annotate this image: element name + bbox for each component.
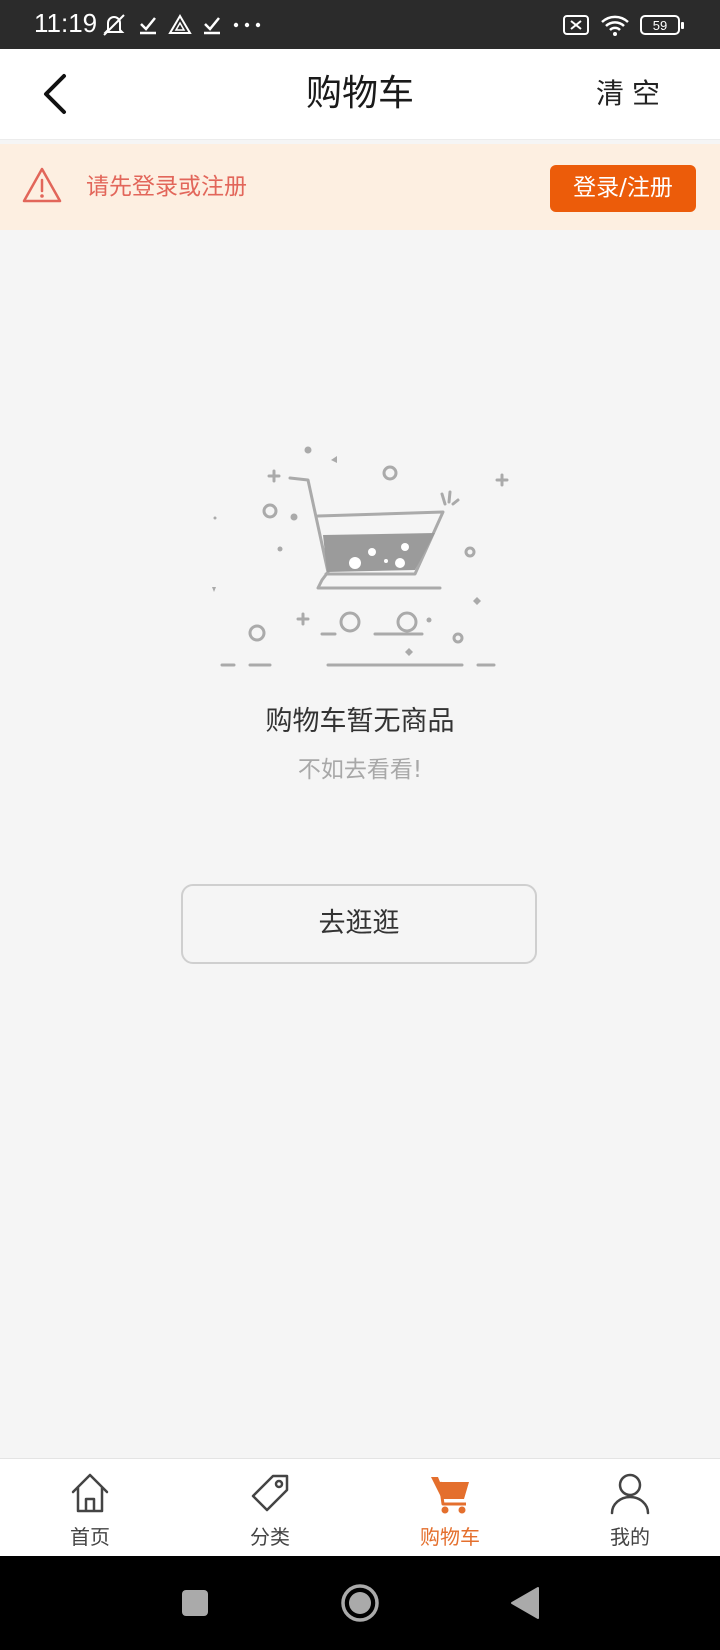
tab-home[interactable]: 首页 [0,1459,180,1557]
back-button[interactable] [30,69,80,119]
drive-icon [168,14,192,36]
title-bar: 购物车 清空 [0,49,720,140]
empty-cart-title: 购物车暂无商品 [265,706,455,737]
tab-profile-label: 我的 [610,1525,650,1549]
battery-icon: 59 [640,15,684,35]
tab-home-label: 首页 [70,1525,110,1549]
recent-apps-button[interactable] [155,1556,235,1650]
status-bar: 11:19 59 [0,0,720,49]
status-time: 11:19 [34,8,98,38]
circle-icon [341,1584,379,1622]
go-browse-button[interactable]: 去逛逛 [181,884,537,964]
empty-cart-subtitle: 不如去看看! [297,757,423,783]
clear-cart-button[interactable]: 清空 [596,49,668,139]
tab-category[interactable]: 分类 [180,1459,360,1557]
no-sim-icon [562,14,590,36]
check-icon [202,14,222,36]
warning-icon [22,167,62,203]
triangle-back-icon [511,1587,539,1619]
tab-cart[interactable]: 购物车 [360,1459,540,1557]
chevron-left-icon [44,74,66,114]
status-icons-right: 59 [562,10,684,40]
home-icon [71,1473,109,1513]
back-nav-button[interactable] [485,1556,565,1650]
login-register-button[interactable]: 登录/注册 [550,165,696,212]
user-icon [610,1473,650,1515]
tag-icon [251,1474,289,1512]
wifi-icon [600,13,630,37]
tab-profile[interactable]: 我的 [540,1459,720,1557]
mute-icon [100,12,128,38]
check-icon [138,14,158,36]
cart-icon [431,1477,469,1514]
tab-cart-label: 购物车 [420,1525,480,1549]
empty-cart-illustration [212,446,509,667]
more-icon [232,20,262,30]
tab-category-label: 分类 [250,1525,290,1549]
home-nav-button[interactable] [320,1556,400,1650]
login-banner: 请先登录或注册 登录/注册 [0,144,720,230]
bottom-tab-bar: 首页 分类 购物车 我的 [0,1458,720,1557]
status-icons-left [100,10,262,40]
square-icon [182,1590,208,1616]
system-nav-bar [0,1556,720,1650]
login-prompt-text: 请先登录或注册 [86,174,247,200]
